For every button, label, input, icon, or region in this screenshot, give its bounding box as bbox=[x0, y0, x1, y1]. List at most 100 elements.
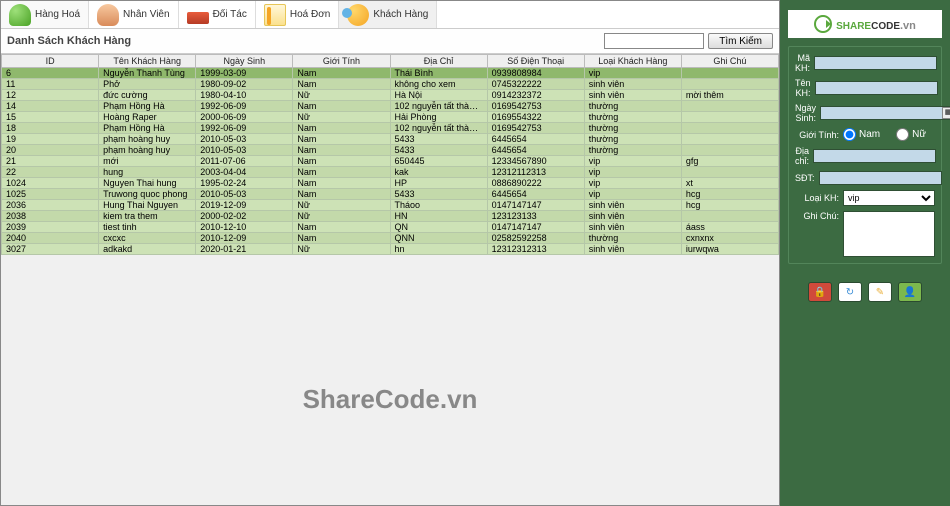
cell: mời thêm bbox=[681, 90, 778, 101]
cell: 5433 bbox=[390, 134, 487, 145]
search-button[interactable]: Tìm Kiếm bbox=[708, 33, 773, 49]
column-header[interactable]: Giới Tính bbox=[293, 55, 390, 68]
table-row[interactable]: 1025Truwong quoc phong2010-05-03Nam54336… bbox=[2, 189, 779, 200]
cell: 2003-04-04 bbox=[196, 167, 293, 178]
cell: 2036 bbox=[2, 200, 99, 211]
cell: Nam bbox=[293, 134, 390, 145]
cell: QN bbox=[390, 222, 487, 233]
action-buttons: 🔒 ↻ ✎ 👤 bbox=[788, 282, 942, 302]
refresh-icon: ↻ bbox=[846, 287, 854, 298]
radio-nam[interactable]: Nam bbox=[843, 128, 880, 141]
column-header[interactable]: Ghi Chú bbox=[681, 55, 778, 68]
cell: 12312112313 bbox=[487, 167, 584, 178]
cell: 20 bbox=[2, 145, 99, 156]
table-row[interactable]: 1024Nguyen Thai hung1995-02-24NamHP08868… bbox=[2, 178, 779, 189]
table-row[interactable]: 2038kiem tra them2000-02-02NữHN123123133… bbox=[2, 211, 779, 222]
cell: 6445654 bbox=[487, 134, 584, 145]
cell: 2010-05-03 bbox=[196, 189, 293, 200]
table-row[interactable]: 21mới2011-07-06Nam65044512334567890vipgf… bbox=[2, 156, 779, 167]
cell: xt bbox=[681, 178, 778, 189]
table-row[interactable]: 2040cxcxc2010-12-09NamQNN02582592258thườ… bbox=[2, 233, 779, 244]
cell: cxcxc bbox=[99, 233, 196, 244]
cell: Hoàng Raper bbox=[99, 112, 196, 123]
table-row[interactable]: 6Nguyễn Thanh Tùng1999-03-09NamThái Bình… bbox=[2, 68, 779, 79]
table-row[interactable]: 18Phạm Hồng Hà1992-06-09Nam102 nguyễn tấ… bbox=[2, 123, 779, 134]
tab-label: Hàng Hoá bbox=[35, 9, 80, 20]
cell: Nữ bbox=[293, 244, 390, 255]
input-makh[interactable] bbox=[814, 56, 937, 70]
column-header[interactable]: ID bbox=[2, 55, 99, 68]
tab-nhan-vien[interactable]: Nhân Viên bbox=[89, 1, 179, 28]
cell: hn bbox=[390, 244, 487, 255]
cell bbox=[681, 79, 778, 90]
basket-icon bbox=[9, 4, 31, 26]
table-row[interactable]: 11Phở1980-09-02Namkhông cho xem074532222… bbox=[2, 79, 779, 90]
column-header[interactable]: Ngày Sinh bbox=[196, 55, 293, 68]
input-tenkh[interactable] bbox=[815, 81, 938, 95]
table-row[interactable]: 19phạm hoàng huy2010-05-03Nam54336445654… bbox=[2, 134, 779, 145]
cell: hung bbox=[99, 167, 196, 178]
cell: 0169542753 bbox=[487, 101, 584, 112]
cell: hcg bbox=[681, 189, 778, 200]
select-loaikh[interactable]: vip bbox=[843, 190, 935, 206]
cell: Nam bbox=[293, 233, 390, 244]
tab-hoa-don[interactable]: Hoá Đơn bbox=[256, 1, 339, 28]
input-sdt[interactable] bbox=[819, 171, 942, 185]
cell: kiem tra them bbox=[99, 211, 196, 222]
table-row[interactable]: 2039tiest tinh2010-12-10NamQN0147147147s… bbox=[2, 222, 779, 233]
table-row[interactable]: 2036Hung Thai Nguyen2019-12-09NữTháoo014… bbox=[2, 200, 779, 211]
tab-doi-tac[interactable]: Đối Tác bbox=[179, 1, 256, 28]
cell: 11 bbox=[2, 79, 99, 90]
cell: 6 bbox=[2, 68, 99, 79]
delete-button[interactable]: 🔒 bbox=[808, 282, 832, 302]
column-header[interactable]: Tên Khách Hàng bbox=[99, 55, 196, 68]
input-ghichu[interactable] bbox=[843, 211, 935, 257]
cell bbox=[681, 101, 778, 112]
customers-table[interactable]: IDTên Khách HàngNgày SinhGiới TínhĐịa Ch… bbox=[1, 54, 779, 255]
search-input[interactable] bbox=[604, 33, 704, 49]
tab-khach-hang[interactable]: Khách Hàng bbox=[339, 1, 437, 28]
cell: iurwqwa bbox=[681, 244, 778, 255]
tab-label: Đối Tác bbox=[213, 9, 247, 20]
radio-nu[interactable]: Nữ bbox=[896, 128, 926, 141]
cell: thường bbox=[584, 134, 681, 145]
label-diachi: Địa chỉ: bbox=[795, 146, 809, 166]
cell: Thái Bình bbox=[390, 68, 487, 79]
cell: thường bbox=[584, 101, 681, 112]
cell bbox=[681, 112, 778, 123]
cell: Nam bbox=[293, 68, 390, 79]
column-header[interactable]: Số Điện Thoại bbox=[487, 55, 584, 68]
cell: áass bbox=[681, 222, 778, 233]
label-makh: Mã KH: bbox=[795, 53, 810, 73]
cell: 0169554322 bbox=[487, 112, 584, 123]
cell: Nữ bbox=[293, 200, 390, 211]
add-button[interactable]: 👤 bbox=[898, 282, 922, 302]
cell: 0939808984 bbox=[487, 68, 584, 79]
cell: vip bbox=[584, 68, 681, 79]
table-row[interactable]: 12đức cường1980-04-10NữHà Nội0914232372s… bbox=[2, 90, 779, 101]
edit-button[interactable]: ✎ bbox=[868, 282, 892, 302]
table-row[interactable]: 22hung2003-04-04Namkak12312112313vip bbox=[2, 167, 779, 178]
input-ngaysinh[interactable] bbox=[820, 106, 950, 120]
refresh-button[interactable]: ↻ bbox=[838, 282, 862, 302]
cell bbox=[681, 145, 778, 156]
cell bbox=[681, 211, 778, 222]
cell bbox=[681, 167, 778, 178]
table-row[interactable]: 3027adkakd2020-01-21Nữhn12312312313sinh … bbox=[2, 244, 779, 255]
table-row[interactable]: 14Phạm Hồng Hà1992-06-09Nam102 nguyễn tấ… bbox=[2, 101, 779, 112]
table-row[interactable]: 15Hoàng Raper2000-06-09NữHải Phòng016955… bbox=[2, 112, 779, 123]
cell: 0169542753 bbox=[487, 123, 584, 134]
lock-icon: 🔒 bbox=[814, 287, 826, 298]
cell: 19 bbox=[2, 134, 99, 145]
calendar-icon[interactable]: ▦ bbox=[942, 107, 950, 119]
cell: thường bbox=[584, 145, 681, 156]
customers-icon bbox=[347, 4, 369, 26]
cell: Nam bbox=[293, 145, 390, 156]
cell: 18 bbox=[2, 123, 99, 134]
tab-hang-hoa[interactable]: Hàng Hoá bbox=[1, 1, 89, 28]
table-row[interactable]: 20phạm hoàng huy2010-05-03Nam54336445654… bbox=[2, 145, 779, 156]
cell: Nữ bbox=[293, 90, 390, 101]
column-header[interactable]: Loại Khách Hàng bbox=[584, 55, 681, 68]
column-header[interactable]: Địa Chỉ bbox=[390, 55, 487, 68]
input-diachi[interactable] bbox=[813, 149, 936, 163]
